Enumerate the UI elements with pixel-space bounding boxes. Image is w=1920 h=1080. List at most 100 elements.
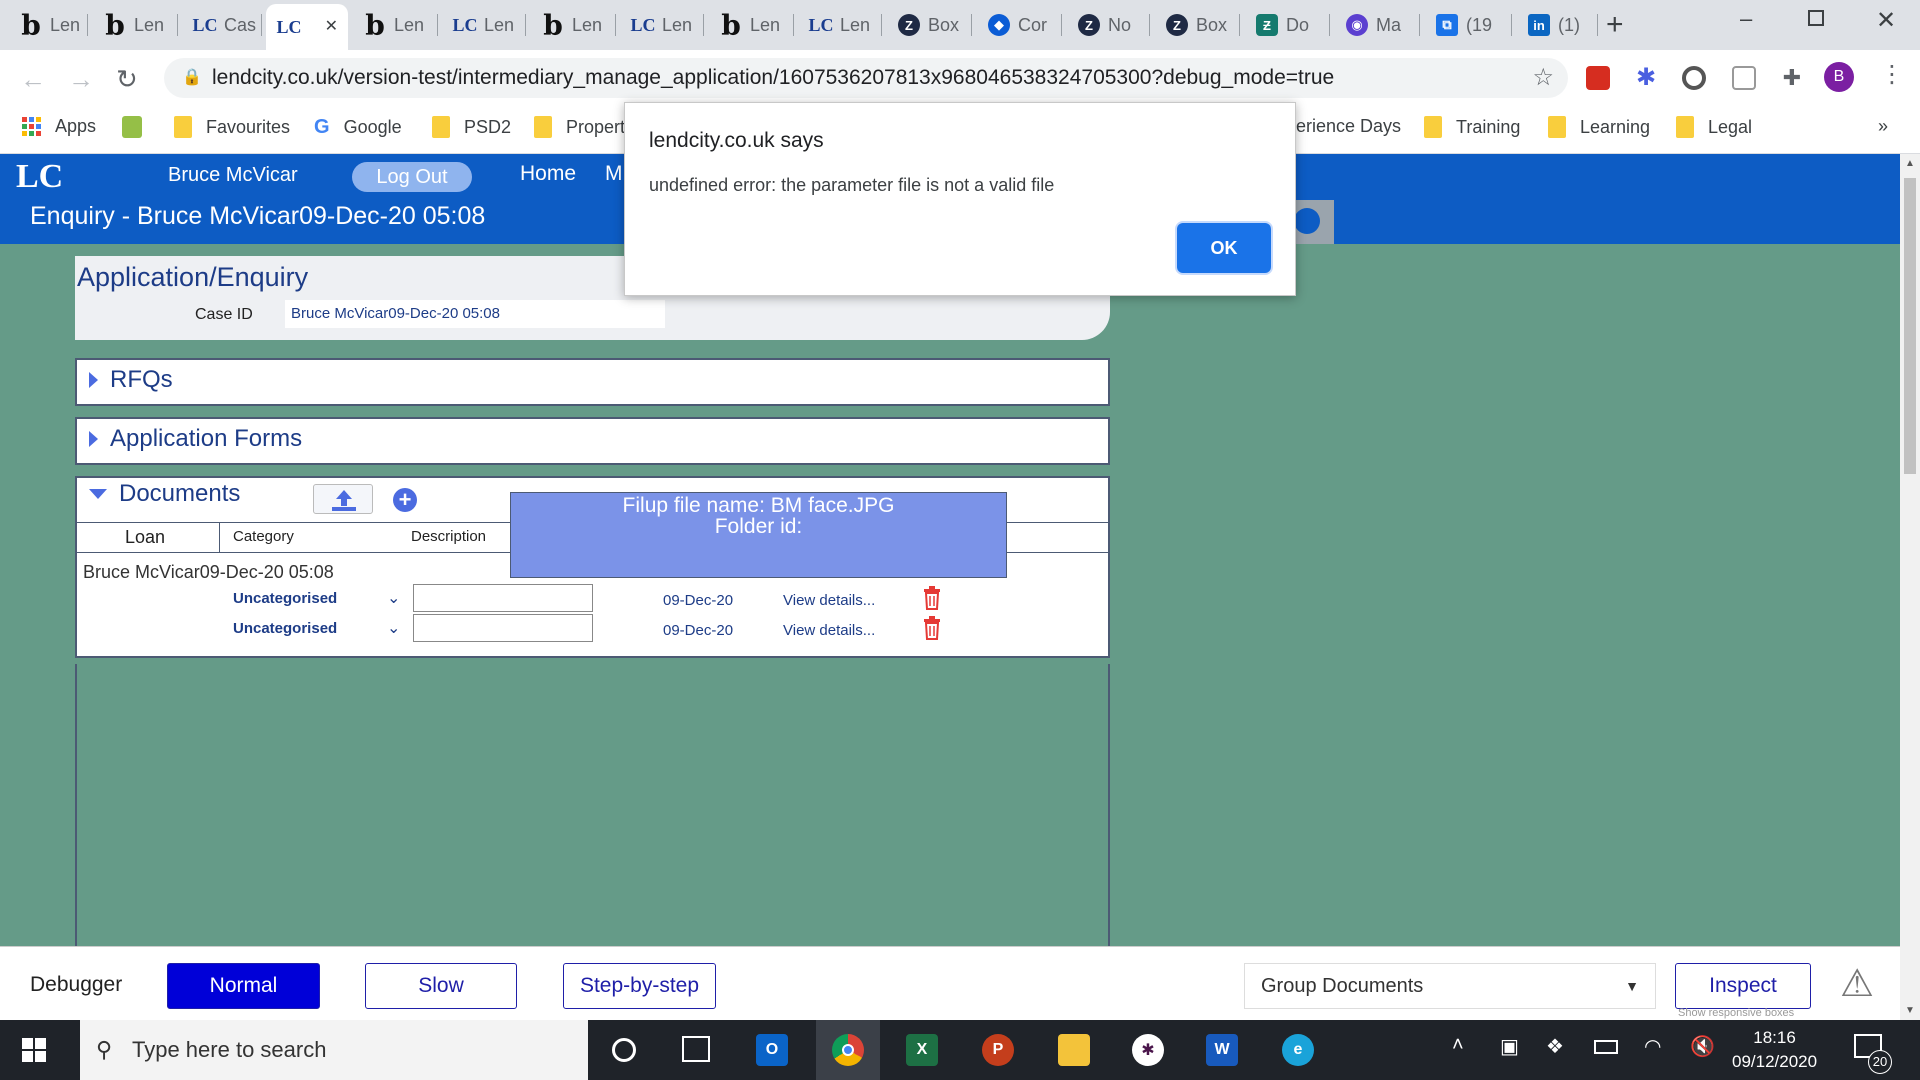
bookmark-learning[interactable]: Learning (1548, 116, 1650, 138)
bookmark-star-icon[interactable]: ☆ (1532, 58, 1554, 98)
browser-tab[interactable]: Ƶ Do (1244, 4, 1330, 46)
b-favicon-icon: b (21, 8, 41, 42)
profile-avatar[interactable]: B (1824, 62, 1854, 92)
reload-icon[interactable]: ↻ (116, 64, 138, 95)
slow-button[interactable]: Slow (365, 963, 517, 1009)
browser-tab[interactable]: in (1) (1516, 4, 1598, 46)
chevron-down-icon[interactable]: ⌄ (387, 618, 400, 638)
chevron-down-icon[interactable]: ⌄ (387, 588, 400, 608)
close-window-icon[interactable]: ✕ (1876, 6, 1896, 35)
browser-tab[interactable]: b Len (8, 4, 88, 46)
extension-asterisk-icon[interactable]: ✱ (1634, 66, 1658, 90)
bookmark-training[interactable]: Training (1424, 116, 1520, 138)
case-id-field[interactable]: Bruce McVicar09-Dec-20 05:08 (285, 300, 665, 328)
edge-icon[interactable]: e (1282, 1034, 1314, 1066)
slack-icon[interactable]: ✱ (1132, 1034, 1164, 1066)
application-forms-section[interactable]: Application Forms (75, 417, 1110, 465)
browser-tab[interactable]: LC Len (442, 4, 526, 46)
browser-tab[interactable]: Z Box (886, 4, 972, 46)
battery-icon[interactable] (1594, 1040, 1618, 1054)
scroll-down-icon[interactable]: ▼ (1905, 1005, 1915, 1016)
element-select[interactable]: Group Documents ▼ (1244, 963, 1656, 1009)
word-icon[interactable]: W (1206, 1034, 1238, 1066)
clock[interactable]: 18:16 09/12/2020 (1732, 1026, 1817, 1074)
bookmark-property[interactable]: Propert (534, 116, 625, 138)
browser-tab[interactable]: LC ✕ (266, 4, 348, 50)
view-details-link[interactable]: View details... (783, 622, 875, 639)
toggle-knob[interactable] (1290, 200, 1334, 244)
windows-start-icon[interactable] (22, 1038, 46, 1062)
browser-tab[interactable]: Z No (1066, 4, 1150, 46)
browser-tab[interactable]: b Len (92, 4, 178, 46)
powerpoint-icon[interactable]: P (982, 1034, 1014, 1066)
chrome-icon[interactable] (832, 1034, 864, 1066)
address-bar[interactable]: 🔒 lendcity.co.uk/version-test/intermedia… (164, 58, 1568, 98)
new-tab-button[interactable]: + (1606, 8, 1624, 42)
menu-dots-icon[interactable]: ⋮ (1880, 60, 1904, 89)
logout-button[interactable]: Log Out (352, 162, 472, 192)
forward-icon[interactable]: → (68, 64, 94, 95)
extension-lastpass-icon[interactable] (1586, 66, 1610, 90)
show-hidden-icons[interactable]: ˄ (1452, 1034, 1464, 1057)
document-date: 09-Dec-20 (663, 622, 734, 639)
bookmark-favourites[interactable]: Favourites (174, 116, 290, 138)
category-select[interactable]: Uncategorised (233, 620, 337, 637)
expand-arrow-icon (89, 372, 98, 388)
ok-button[interactable]: OK (1177, 223, 1271, 273)
browser-tab[interactable]: Z Box (1154, 4, 1240, 46)
add-document-icon[interactable]: + (393, 488, 417, 512)
view-details-link[interactable]: View details... (783, 592, 875, 609)
task-view-icon[interactable] (682, 1036, 710, 1062)
nav-home[interactable]: Home (520, 162, 576, 186)
trash-icon[interactable] (923, 586, 941, 610)
browser-tab[interactable]: LC Cas (182, 4, 262, 46)
bookmarks-overflow[interactable]: » (1878, 116, 1888, 137)
excel-icon[interactable]: X (906, 1034, 938, 1066)
nav-item-m[interactable]: M (605, 162, 623, 186)
documents-header[interactable]: Documents (89, 480, 240, 508)
browser-tab[interactable]: LC Len (798, 4, 882, 46)
step-by-step-button[interactable]: Step-by-step (563, 963, 716, 1009)
browser-tab[interactable]: LC Len (620, 4, 704, 46)
minimize-icon[interactable]: – (1740, 6, 1752, 32)
vertical-scrollbar[interactable]: ▲ ▼ (1900, 154, 1920, 1020)
extension-circle-icon[interactable] (1682, 66, 1706, 90)
show-responsive-boxes[interactable]: Show responsive boxes (1678, 1007, 1794, 1019)
category-select[interactable]: Uncategorised (233, 590, 337, 607)
cortana-icon[interactable] (612, 1038, 636, 1062)
bookmark-apps[interactable]: Apps (22, 116, 96, 137)
taskbar-search[interactable]: ⚲ Type here to search (80, 1020, 588, 1080)
bookmark-legal[interactable]: Legal (1676, 116, 1752, 138)
file-explorer-icon[interactable] (1058, 1034, 1090, 1066)
browser-tab[interactable]: b Len (352, 4, 438, 46)
trash-icon[interactable] (923, 616, 941, 640)
browser-tab[interactable]: ⧉ (19 (1424, 4, 1512, 46)
shopify-icon[interactable] (122, 116, 142, 138)
bookmark-google[interactable]: G Google (314, 116, 402, 139)
close-tab-icon[interactable]: ✕ (325, 16, 338, 36)
bookmark-psd2[interactable]: PSD2 (432, 116, 511, 138)
back-icon[interactable]: ← (20, 64, 46, 95)
volume-muted-icon[interactable]: 🔇 (1690, 1034, 1715, 1059)
meet-icon[interactable]: ▣ (1500, 1034, 1519, 1059)
description-input[interactable] (413, 584, 593, 612)
scrollbar-thumb[interactable] (1904, 178, 1916, 474)
bookmark-experience-days[interactable]: erience Days (1296, 116, 1401, 137)
restore-icon[interactable] (1808, 10, 1824, 26)
warning-icon[interactable]: ⚠ (1840, 961, 1874, 1006)
normal-button[interactable]: Normal (167, 963, 320, 1009)
dropbox-icon[interactable]: ❖ (1546, 1034, 1564, 1059)
extensions-puzzle-icon[interactable]: ✚ (1780, 66, 1804, 90)
extension-c-icon[interactable] (1732, 66, 1756, 90)
description-input[interactable] (413, 614, 593, 642)
rfqs-section[interactable]: RFQs (75, 358, 1110, 406)
outlook-icon[interactable]: O (756, 1034, 788, 1066)
browser-tab[interactable]: ◆ Cor (976, 4, 1062, 46)
inspect-button[interactable]: Inspect (1675, 963, 1811, 1009)
upload-button[interactable] (313, 484, 373, 514)
browser-tab[interactable]: ◉ Ma (1334, 4, 1420, 46)
browser-tab[interactable]: b Len (530, 4, 616, 46)
browser-tab[interactable]: b Len (708, 4, 794, 46)
scroll-up-icon[interactable]: ▲ (1905, 158, 1915, 169)
wifi-icon[interactable]: ◠ (1644, 1034, 1661, 1059)
